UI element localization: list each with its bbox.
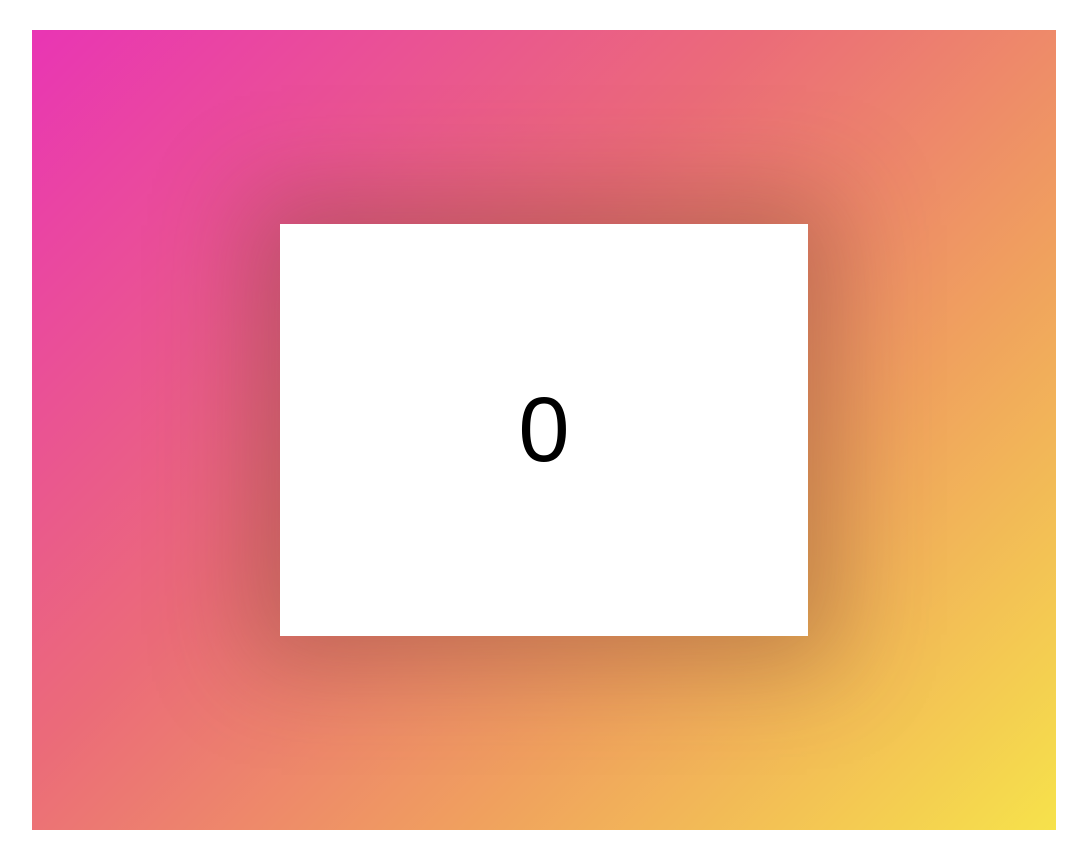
- counter-value: 0: [518, 379, 570, 481]
- gradient-background: 0: [32, 30, 1056, 830]
- counter-card[interactable]: 0: [280, 224, 808, 636]
